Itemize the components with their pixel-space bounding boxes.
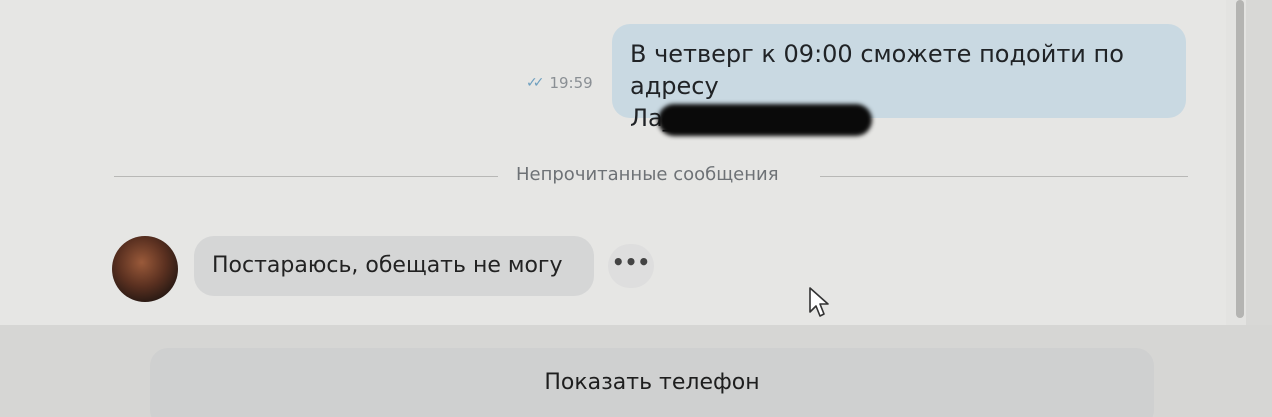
more-icon: ••• xyxy=(611,250,651,274)
show-phone-button[interactable]: Показать телефон xyxy=(150,348,1154,417)
outgoing-message-line1: В четверг к 09:00 сможете подойти по адр… xyxy=(630,40,1124,100)
double-check-icon: ✓✓ xyxy=(526,75,545,91)
show-phone-label: Показать телефон xyxy=(544,370,760,395)
scrollbar-thumb[interactable] xyxy=(1236,0,1244,318)
divider-line-left xyxy=(114,176,498,177)
avatar[interactable] xyxy=(112,236,178,302)
incoming-message-text: Постараюсь, обещать не могу xyxy=(212,253,563,278)
incoming-message-bubble[interactable]: Постараюсь, обещать не могу xyxy=(194,236,594,296)
more-options-button[interactable]: ••• xyxy=(608,244,654,288)
message-time: 19:59 xyxy=(549,74,593,92)
mouse-cursor-icon xyxy=(809,287,829,317)
outgoing-message-bubble[interactable]: В четверг к 09:00 сможете подойти по адр… xyxy=(612,24,1186,136)
outgoing-message-line2-wrap: Ла________1? xyxy=(630,102,1168,136)
message-meta: ✓✓ 19:59 xyxy=(526,74,593,92)
redaction-mark xyxy=(658,104,872,136)
divider-line-right xyxy=(820,176,1188,177)
unread-divider-label: Непрочитанные сообщения xyxy=(516,164,779,185)
